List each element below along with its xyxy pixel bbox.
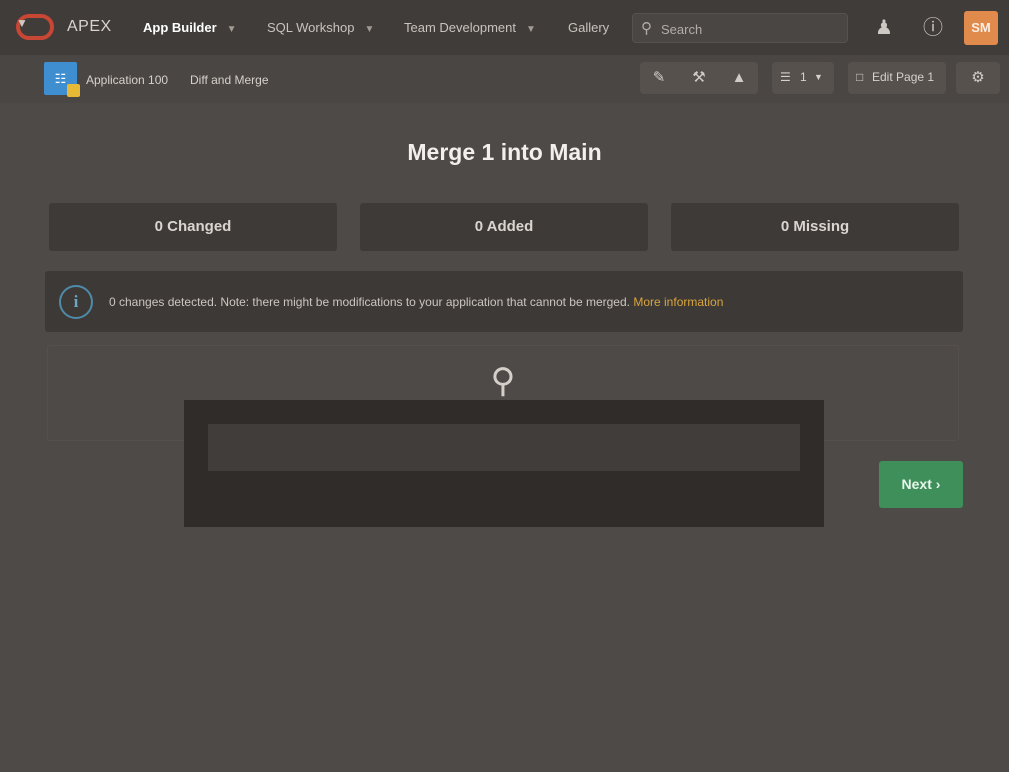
more-information-link[interactable]: More information	[633, 295, 723, 309]
chevron-right-icon: ›	[935, 476, 941, 492]
next-label: Next	[901, 476, 932, 492]
chevron-down-icon: ▼	[364, 24, 375, 35]
user-avatar[interactable]: SM	[964, 11, 998, 45]
loading-overlay	[184, 400, 824, 527]
stat-changed[interactable]: 0 Changed	[49, 203, 337, 251]
app-badge-icon	[67, 84, 80, 97]
shared-components-icon[interactable]: ▲	[720, 62, 758, 94]
nav-gallery-label: Gallery	[568, 20, 610, 35]
nav-app-builder[interactable]: App Builder ▼	[143, 20, 237, 35]
collapse-toggle-icon[interactable]: ▼	[16, 16, 28, 30]
page-title: Merge 1 into Main	[407, 139, 602, 165]
search-icon: ⚲	[641, 20, 652, 37]
page-selector-icon: ☰	[780, 70, 791, 84]
toolbar-group-primary: ✎ ⚒ ▲	[640, 62, 758, 94]
edit-icon[interactable]: ✎	[640, 62, 678, 94]
stat-missing[interactable]: 0 Missing	[671, 203, 959, 251]
people-icon[interactable]: ♟	[870, 14, 898, 42]
stat-added[interactable]: 0 Added	[360, 203, 648, 251]
next-button[interactable]: Next ›	[879, 461, 963, 508]
loading-placeholder-bar	[208, 424, 800, 471]
breadcrumb-current-page: Diff and Merge	[190, 73, 269, 87]
settings-button[interactable]: ⚙	[956, 62, 1000, 94]
global-search[interactable]: ⚲	[632, 13, 848, 43]
brand-name[interactable]: APEX	[67, 18, 112, 36]
search-input[interactable]	[661, 19, 841, 39]
breadcrumb-application[interactable]: Application 100	[86, 73, 168, 87]
nav-app-builder-label: App Builder	[143, 20, 217, 35]
nav-gallery[interactable]: Gallery	[568, 20, 609, 35]
alert-message: 0 changes detected. Note: there might be…	[109, 295, 723, 309]
help-icon[interactable]: ⓘ	[919, 14, 947, 42]
info-icon: i	[59, 285, 93, 319]
alert-text: 0 changes detected. Note: there might be…	[109, 295, 630, 309]
edit-page-button[interactable]: □ Edit Page 1	[848, 62, 946, 94]
page-icon: □	[856, 70, 864, 84]
edit-page-label: Edit Page 1	[872, 70, 935, 84]
nav-team-development-label: Team Development	[404, 20, 516, 35]
chevron-down-icon: ▼	[226, 24, 237, 35]
info-alert: i 0 changes detected. Note: there might …	[45, 271, 963, 332]
page-selector-value: 1	[800, 70, 807, 84]
top-navigation-bar: APEX App Builder ▼ SQL Workshop ▼ Team Dev…	[0, 0, 1009, 55]
toolbar-group-page[interactable]: ☰ 1 ▼	[772, 62, 834, 94]
search-icon: ⚲	[490, 362, 516, 400]
chevron-down-icon: ▼	[814, 72, 823, 82]
nav-team-development[interactable]: Team Development ▼	[404, 20, 536, 35]
wrench-icon[interactable]: ⚒	[680, 62, 718, 94]
nav-sql-workshop[interactable]: SQL Workshop ▼	[267, 20, 374, 35]
chevron-down-icon: ▼	[526, 24, 536, 35]
nav-sql-workshop-label: SQL Workshop	[267, 20, 355, 35]
gear-icon: ⚙	[971, 69, 985, 86]
